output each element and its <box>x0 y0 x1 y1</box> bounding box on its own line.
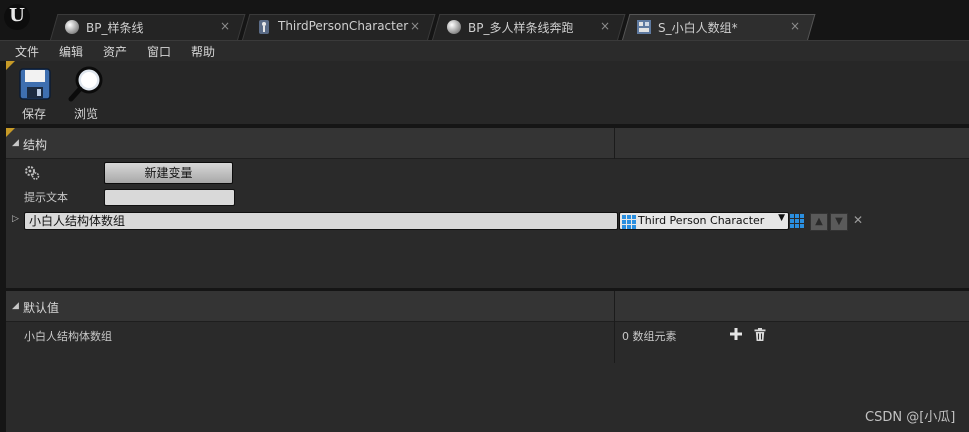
tab-s-white-man-array[interactable]: S_小白人数组* × <box>622 14 816 40</box>
tab-bp-multiplayer-spline-run[interactable]: BP_多人样条线奔跑 × <box>432 14 626 40</box>
close-icon[interactable]: × <box>790 19 800 33</box>
browse-button[interactable]: 浏览 <box>66 65 108 121</box>
variable-type-label: Third Person Character <box>638 214 765 227</box>
menu-window[interactable]: 窗口 <box>147 43 171 60</box>
structure-header[interactable]: ◢ 结构 <box>6 128 969 159</box>
column-divider <box>614 128 615 159</box>
trash-icon[interactable] <box>754 328 766 341</box>
panel-corner-marker <box>6 61 15 70</box>
character-icon <box>256 19 272 35</box>
browse-label: 浏览 <box>74 107 99 121</box>
menu-asset[interactable]: 资产 <box>103 43 127 60</box>
structure-title: 结构 <box>23 138 48 152</box>
menu-bar: 文件 编辑 资产 窗口 帮助 <box>0 40 969 61</box>
move-up-button[interactable]: ▲ <box>810 213 828 231</box>
collapse-triangle-icon[interactable]: ◢ <box>12 301 19 311</box>
move-down-button[interactable]: ▼ <box>830 213 848 231</box>
tab-label: ThirdPersonCharacter <box>278 19 409 33</box>
blueprint-orb-icon <box>446 19 462 35</box>
tab-third-person-character[interactable]: ThirdPersonCharacter × <box>242 14 436 40</box>
add-element-icon[interactable] <box>730 328 742 340</box>
save-label: 保存 <box>22 107 47 121</box>
blueprint-orb-icon <box>64 19 80 35</box>
close-icon[interactable]: × <box>410 19 420 33</box>
close-icon[interactable]: × <box>600 19 610 33</box>
save-button[interactable]: 保存 <box>16 65 54 121</box>
save-icon <box>19 68 51 100</box>
array-type-icon <box>622 215 636 229</box>
variable-name-field[interactable]: 小白人结构体数组 <box>24 212 618 230</box>
tab-label: S_小白人数组* <box>658 21 738 35</box>
array-element-count: 0 数组元素 <box>622 330 677 343</box>
panel-corner-marker <box>6 128 15 137</box>
title-bar: U BP_样条线 × ThirdPersonCharacter × BP_多人样… <box>0 0 969 40</box>
toolbar: 保存 浏览 <box>6 61 969 124</box>
defaults-header[interactable]: ◢ 默认值 <box>6 291 969 322</box>
new-variable-button[interactable]: 新建变量 <box>104 162 233 184</box>
delete-icon[interactable]: ✕ <box>853 213 863 227</box>
menu-file[interactable]: 文件 <box>15 43 39 60</box>
variable-type-dropdown[interactable]: Third Person Character ▼ <box>619 212 789 230</box>
tooltip-text-label: 提示文本 <box>24 191 68 204</box>
struct-icon <box>636 19 652 35</box>
unreal-logo-icon: U <box>4 4 30 30</box>
defaults-panel: ◢ 默认值 小白人结构体数组 0 数组元素 CSDN @[小瓜] <box>6 291 969 432</box>
menu-help[interactable]: 帮助 <box>191 43 215 60</box>
watermark: CSDN @[小瓜] <box>865 410 956 425</box>
expand-triangle-icon[interactable]: ▷ <box>12 214 19 224</box>
chevron-down-icon: ▼ <box>778 213 785 223</box>
structure-panel: ◢ 结构 新建变量 提示文本 ▷ 小白人结构体数组 Third Person C… <box>6 128 969 288</box>
collapse-triangle-icon[interactable]: ◢ <box>12 138 19 148</box>
defaults-title: 默认值 <box>23 301 60 315</box>
container-type-icon[interactable] <box>790 214 804 228</box>
column-divider <box>614 291 615 363</box>
tab-label: BP_样条线 <box>86 21 144 35</box>
menu-edit[interactable]: 编辑 <box>59 43 83 60</box>
default-variable-name: 小白人结构体数组 <box>24 330 112 343</box>
close-icon[interactable]: × <box>220 19 230 33</box>
magnifier-icon <box>68 66 103 102</box>
tab-label: BP_多人样条线奔跑 <box>468 21 574 35</box>
gear-icon <box>25 166 40 180</box>
tab-bp-spline[interactable]: BP_样条线 × <box>50 14 246 40</box>
tooltip-text-field[interactable] <box>104 189 235 206</box>
